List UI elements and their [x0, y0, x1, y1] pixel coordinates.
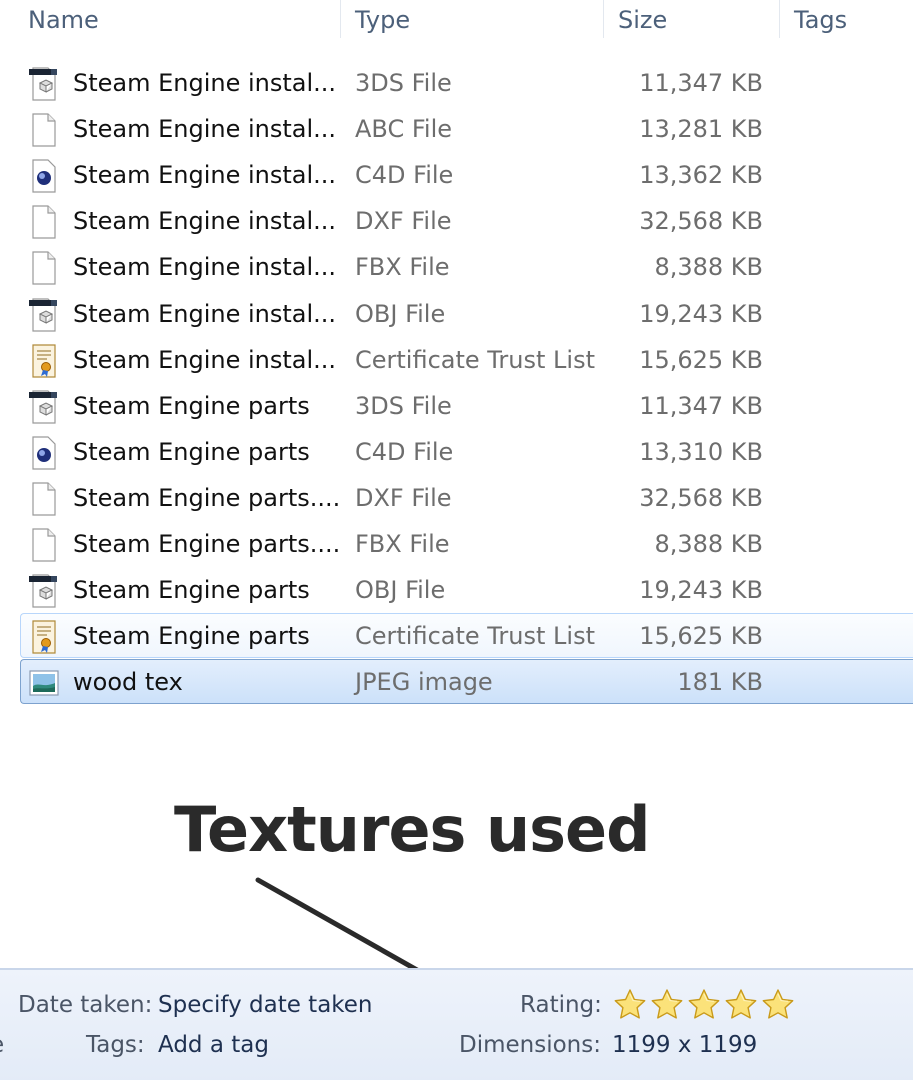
file-name: Steam Engine instal...: [73, 115, 337, 144]
file-type: Certificate Trust List: [355, 622, 595, 651]
file-type: OBJ File: [355, 576, 446, 605]
explorer-window: Name Type Size Tags Steam Engine instal.…: [0, 0, 913, 1080]
file-name: Steam Engine instal...: [73, 161, 337, 190]
column-type-header[interactable]: Type: [341, 0, 603, 40]
file-type: 3DS File: [355, 391, 452, 420]
jpeg-image-icon: [29, 666, 59, 700]
file-size: 8,388 KB: [654, 253, 763, 282]
c4d-file-icon: [29, 436, 59, 470]
file-type: 3DS File: [355, 69, 452, 97]
file-type: ABC File: [355, 115, 453, 144]
c4d-file-icon: [29, 159, 59, 193]
rating-star-icon[interactable]: [613, 988, 647, 1022]
file-size: 32,568 KB: [639, 483, 763, 512]
rating-star-icon[interactable]: [687, 988, 721, 1022]
tags-field[interactable]: Add a tag: [158, 1028, 269, 1062]
dimensions-value: 1199 x 1199: [612, 1032, 758, 1058]
rating-star-icon[interactable]: [724, 988, 758, 1022]
file-type: JPEG image: [355, 668, 493, 697]
file-size: 19,243 KB: [639, 299, 763, 328]
rating-label: Rating:: [520, 992, 602, 1018]
file-name: wood tex: [73, 668, 183, 697]
cut-off-text: e: [0, 1028, 4, 1062]
dimensions-label: Dimensions:: [459, 1032, 601, 1058]
file-size: 11,347 KB: [639, 69, 763, 97]
details-pane: e Date taken: Specify date taken Tags: A…: [0, 968, 913, 1080]
3ds-file-icon: [29, 574, 59, 608]
file-type: OBJ File: [355, 299, 446, 328]
file-name: Steam Engine instal...: [73, 253, 337, 282]
file-row[interactable]: Steam Engine parts 3DS File 11,347 KB: [20, 383, 913, 428]
file-size: 32,568 KB: [639, 207, 763, 236]
column-header: Name Type Size Tags: [0, 0, 913, 40]
certificate-file-icon: [29, 620, 59, 654]
column-name-header[interactable]: Name: [14, 0, 340, 40]
file-name: Steam Engine instal...: [73, 207, 337, 236]
annotation-text: Textures used: [174, 793, 650, 866]
file-name: Steam Engine parts: [73, 391, 310, 420]
file-name: Steam Engine parts: [73, 576, 310, 605]
file-row[interactable]: Steam Engine parts Certificate Trust List…: [20, 613, 913, 659]
column-tags-header[interactable]: Tags: [780, 0, 913, 40]
file-type: DXF File: [355, 207, 452, 236]
3ds-file-icon: [29, 67, 59, 101]
file-name: Steam Engine parts....: [73, 483, 341, 512]
file-size: 13,281 KB: [639, 115, 763, 144]
file-type: DXF File: [355, 483, 452, 512]
file-row[interactable]: Steam Engine instal... FBX File 8,388 KB: [20, 244, 913, 289]
date-taken-label: Date taken:: [18, 992, 153, 1018]
certificate-file-icon: [29, 343, 59, 378]
file-row[interactable]: Steam Engine instal... OBJ File 19,243 KB: [20, 291, 913, 336]
file-row[interactable]: Steam Engine parts C4D File 13,310 KB: [20, 429, 913, 474]
file-row[interactable]: Steam Engine instal... Certificate Trust …: [20, 337, 913, 382]
file-row[interactable]: Steam Engine instal... C4D File 13,362 KB: [20, 152, 913, 197]
file-size: 15,625 KB: [639, 622, 763, 651]
blank-file-icon: [29, 205, 59, 239]
blank-file-icon: [29, 251, 59, 285]
rating-star-icon[interactable]: [761, 988, 795, 1022]
file-type: C4D File: [355, 437, 454, 466]
file-name: Steam Engine parts....: [73, 530, 341, 558]
rating-stars[interactable]: [613, 988, 795, 1022]
file-size: 8,388 KB: [654, 530, 763, 558]
tags-label: Tags:: [86, 1032, 145, 1058]
column-size-header[interactable]: Size: [604, 0, 779, 40]
file-name: Steam Engine parts: [73, 622, 310, 651]
file-name: Steam Engine instal...: [73, 299, 337, 328]
blank-file-icon: [29, 528, 59, 562]
file-type: C4D File: [355, 161, 454, 190]
file-row[interactable]: wood tex JPEG image 181 KB: [20, 659, 913, 705]
file-row[interactable]: Steam Engine parts.... FBX File 8,388 KB: [20, 521, 913, 566]
file-type: Certificate Trust List: [355, 345, 595, 374]
file-row[interactable]: Steam Engine instal... ABC File 13,281 KB: [20, 106, 913, 151]
file-size: 11,347 KB: [639, 391, 763, 420]
file-row[interactable]: Steam Engine parts OBJ File 19,243 KB: [20, 567, 913, 612]
blank-file-icon: [29, 113, 59, 147]
file-size: 181 KB: [677, 668, 763, 697]
file-name: Steam Engine instal...: [73, 69, 337, 97]
file-name: Steam Engine instal...: [73, 345, 337, 374]
3ds-file-icon: [29, 297, 59, 332]
file-size: 13,310 KB: [639, 437, 763, 466]
file-size: 13,362 KB: [639, 161, 763, 190]
file-row[interactable]: Steam Engine parts.... DXF File 32,568 KB: [20, 475, 913, 520]
blank-file-icon: [29, 482, 59, 516]
file-row[interactable]: Steam Engine instal... 3DS File 11,347 KB: [20, 60, 913, 105]
date-taken-field[interactable]: Specify date taken: [158, 988, 373, 1022]
file-size: 15,625 KB: [639, 345, 763, 374]
file-name: Steam Engine parts: [73, 437, 310, 466]
rating-star-icon[interactable]: [650, 988, 684, 1022]
file-row[interactable]: Steam Engine instal... DXF File 32,568 KB: [20, 198, 913, 243]
file-type: FBX File: [355, 530, 450, 558]
file-type: FBX File: [355, 253, 450, 282]
3ds-file-icon: [29, 390, 59, 424]
file-size: 19,243 KB: [639, 576, 763, 605]
